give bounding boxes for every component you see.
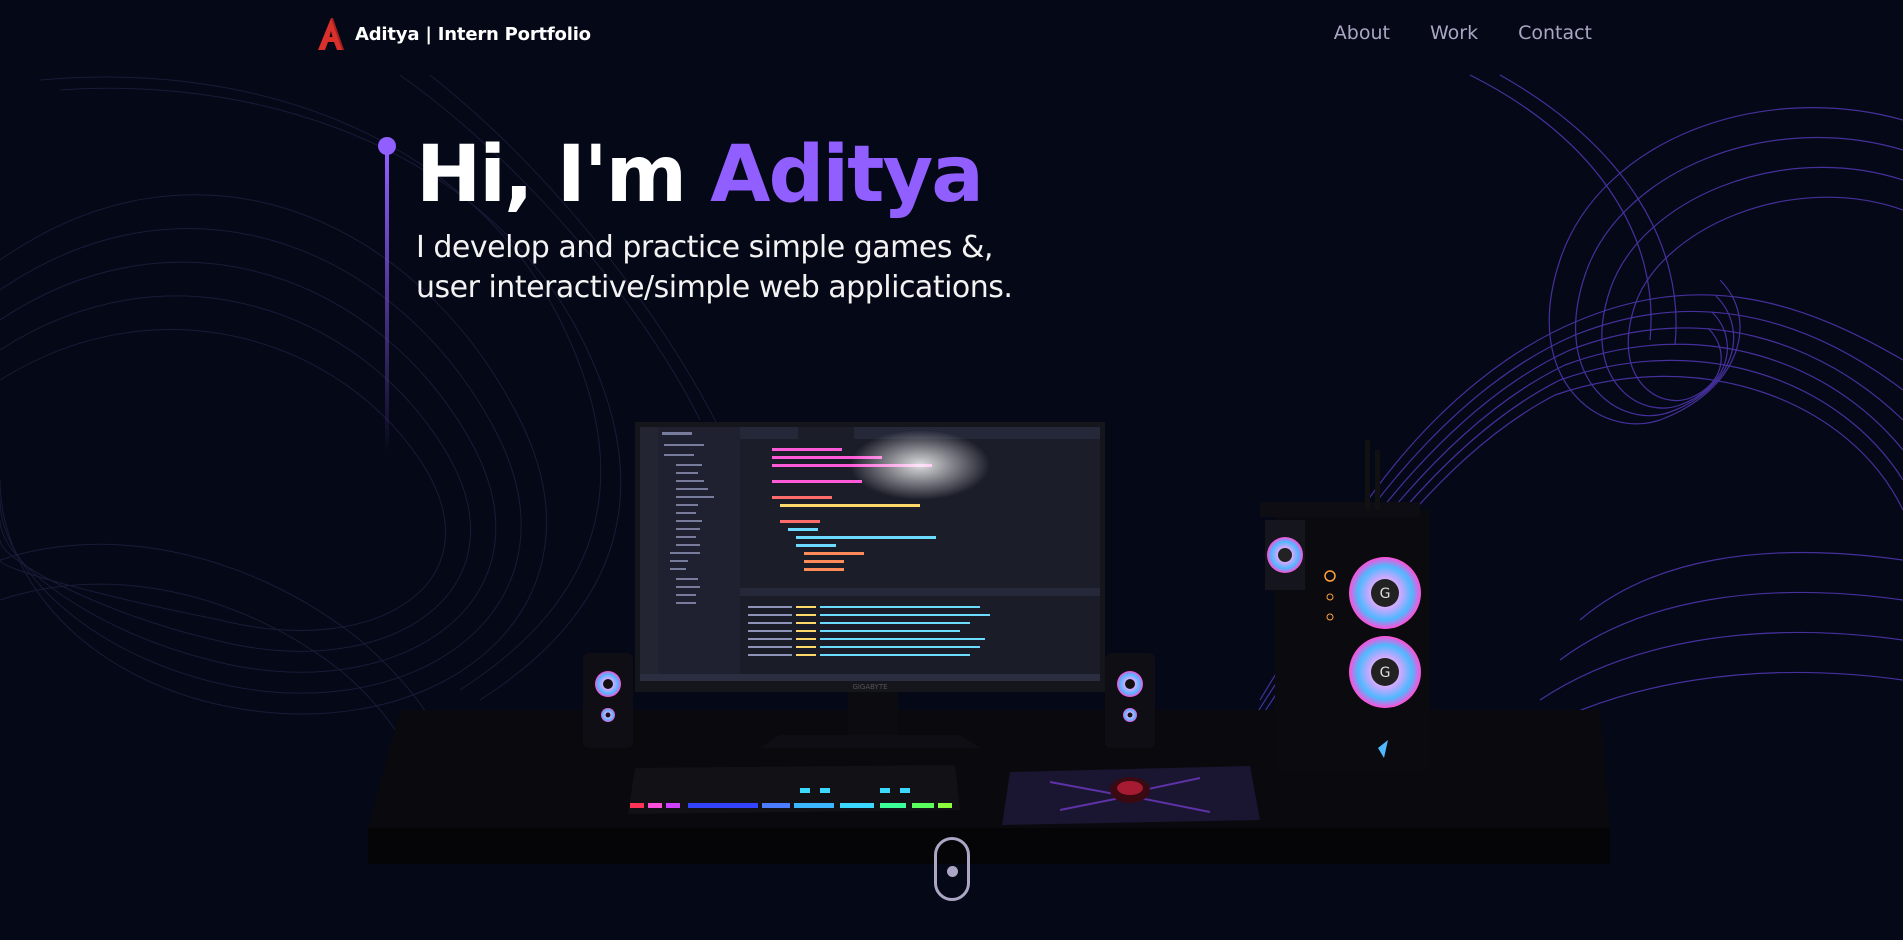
hero-subtitle-line2: user interactive/simple web applications… [416,270,1013,305]
nav-link-about[interactable]: About [1334,22,1390,44]
brand-name: Aditya | Intern Portfolio [355,24,591,45]
nav-link-work[interactable]: Work [1430,22,1478,44]
hero-timeline-line [378,137,396,454]
hero-subtitle-line1: I develop and practice simple games &, [416,230,993,265]
hero-name: Aditya [710,130,984,220]
computer-desk-3d-scene[interactable]: GIGABYTE G G [360,410,1640,890]
svg-text:G: G [1380,665,1391,681]
hero-subtitle: I develop and practice simple games &, u… [416,228,1116,308]
svg-text:G: G [1380,586,1391,602]
mouse-scroll-indicator-icon [947,866,958,877]
brand-subtitle: | Intern Portfolio [425,23,591,45]
left-speaker [583,653,633,748]
editor-activity-bar [640,427,658,681]
nav-links: About Work Contact [1334,22,1592,44]
nav-link-contact[interactable]: Contact [1518,22,1592,44]
navbar: Aditya | Intern Portfolio About Work Con… [0,0,1903,70]
hero-title: Hi, I'm Aditya [416,125,984,225]
desk-front [368,828,1610,864]
hero-greeting: Hi, I'm [416,130,687,220]
monitor-stand [848,688,898,738]
letter-a-logo-icon [318,18,344,50]
brand-title: Aditya [355,23,420,45]
pc-tower: G G [1260,440,1430,770]
editor-status-bar [640,674,1100,681]
logo-link[interactable]: Aditya | Intern Portfolio [317,17,591,51]
monitor-brand-label: GIGABYTE [852,683,887,691]
scroll-down-indicator[interactable] [934,837,970,901]
right-speaker [1105,653,1155,748]
